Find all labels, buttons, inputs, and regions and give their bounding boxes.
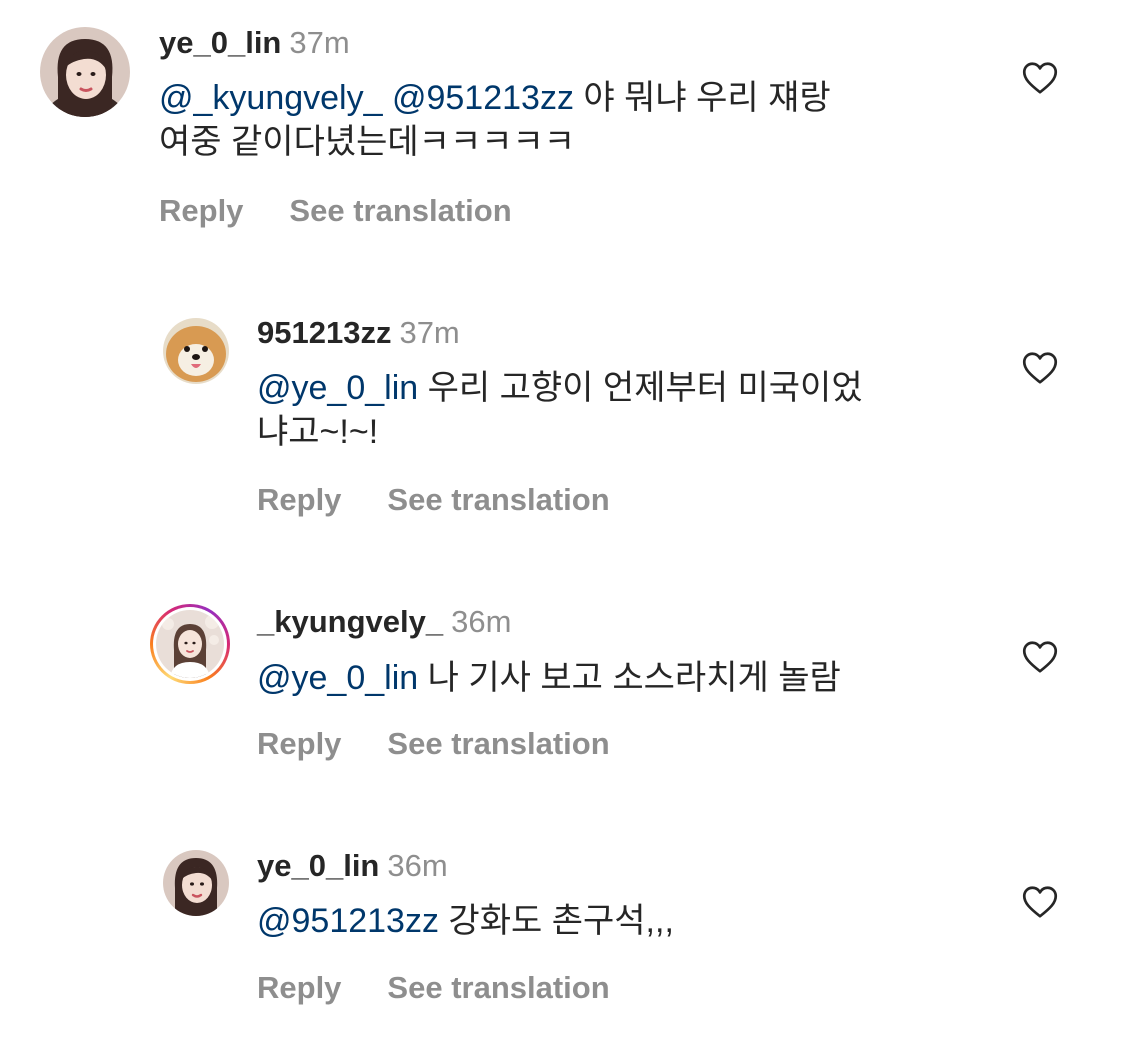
timestamp: 37m [289,25,350,60]
username[interactable]: ye_0_lin [159,25,281,60]
see-translation-button[interactable]: See translation [289,193,511,228]
mention-link[interactable]: @ye_0_lin [257,369,418,407]
avatar[interactable] [163,850,229,916]
comment-text-line: 여중 같이다녔는데ㅋㅋㅋㅋㅋ [159,123,576,161]
comment-reply-item: 951213zz 37m @ye_0_lin 우리 고향이 언제부터 미국이었 냐… [0,290,1144,530]
see-translation-button[interactable]: See translation [387,726,609,761]
comment-text: @ye_0_lin 우리 고향이 언제부터 미국이었 냐고~!~! [257,366,977,454]
reply-button[interactable]: Reply [257,726,341,761]
timestamp: 36m [451,604,512,639]
see-translation-button[interactable]: See translation [387,482,609,517]
heart-icon[interactable] [1022,61,1058,95]
comment-text: @951213zz 강화도 촌구석,,, [257,899,977,943]
comment-reply-item: ye_0_lin 36m @951213zz 강화도 촌구석,,, Reply Se… [0,824,1144,1034]
heart-icon[interactable] [1022,640,1058,674]
username[interactable]: ye_0_lin [257,848,379,883]
comment-actions: Reply See translation [257,726,610,762]
avatar[interactable] [40,27,130,117]
username[interactable]: _kyungvely_ [257,604,443,639]
timestamp: 37m [399,315,460,350]
avatar-frame [153,607,227,681]
comment-text: @_kyungvely_ @951213zz 야 뭐냐 우리 쟤랑 여중 같이다… [159,76,979,164]
avatar [156,610,224,678]
reply-button[interactable]: Reply [159,193,243,228]
see-translation-button[interactable]: See translation [387,970,609,1005]
comment-header: ye_0_lin 36m [257,848,448,884]
comment-text: @ye_0_lin 나 기사 보고 소스라치게 놀람 [257,656,977,700]
heart-icon[interactable] [1022,885,1058,919]
comment-actions: Reply See translation [159,193,512,229]
comment-header: 951213zz 37m [257,315,460,351]
comment-header: ye_0_lin 37m [159,25,350,61]
timestamp: 36m [387,848,448,883]
comment-actions: Reply See translation [257,482,610,518]
comment-text-line: 냐고~!~! [257,413,379,451]
heart-icon[interactable] [1022,351,1058,385]
reply-button[interactable]: Reply [257,482,341,517]
comment-text-line: 야 뭐냐 우리 쟤랑 [573,79,831,117]
comment-text-line: 강화도 촌구석,,, [438,902,674,940]
mention-link[interactable]: @951213zz [257,902,439,940]
comment-item: ye_0_lin 37m @_kyungvely_ @951213zz 야 뭐냐 … [0,0,1144,250]
reply-button[interactable]: Reply [257,970,341,1005]
username[interactable]: 951213zz [257,315,391,350]
comment-text-line: 우리 고향이 언제부터 미국이었 [418,369,863,407]
mention-link[interactable]: @ye_0_lin [257,659,418,697]
avatar[interactable] [163,318,229,384]
story-ring[interactable] [150,604,230,684]
mention-link[interactable]: @_kyungvely_ @951213zz [159,79,574,117]
comment-header: _kyungvely_ 36m [257,604,511,640]
comment-actions: Reply See translation [257,970,610,1006]
comment-text-line: 나 기사 보고 소스라치게 놀람 [418,659,841,697]
comment-reply-item: _kyungvely_ 36m @ye_0_lin 나 기사 보고 소스라치게 놀… [0,580,1144,780]
